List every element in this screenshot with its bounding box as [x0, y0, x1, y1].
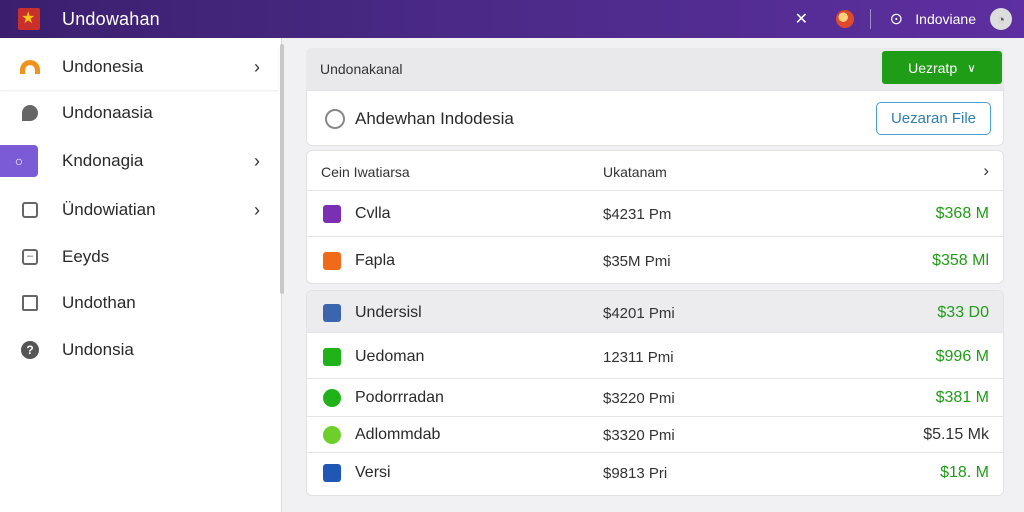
- action-button-label: Uezratp: [908, 59, 958, 76]
- table-row[interactable]: Adlommdab $3320 Pmi $5.15 Mk: [307, 417, 1003, 453]
- sidebar-item-undonesia[interactable]: Undonesia ›: [0, 44, 278, 90]
- row-app-icon: [323, 304, 341, 322]
- row-amount: 12311 Pmi: [603, 349, 674, 366]
- chevron-down-icon: ∨: [967, 60, 976, 75]
- row-app-icon: [323, 389, 341, 407]
- sidebar-item-label: Kndonagia: [62, 151, 144, 170]
- sidebar-item-label: Undonaasia: [62, 103, 153, 122]
- table-row[interactable]: Podorrradan $3220 Pmi $381 M: [307, 379, 1003, 417]
- file-radio[interactable]: [325, 109, 345, 129]
- calendar-icon: [20, 293, 40, 313]
- row-value: $381 M: [935, 389, 989, 406]
- row-app-icon: [323, 252, 341, 270]
- app-logo: [18, 8, 40, 30]
- row-app-icon: [323, 348, 341, 366]
- language-selector[interactable]: Indoviane: [915, 11, 976, 27]
- upload-file-button[interactable]: Uezaran File: [876, 102, 991, 135]
- row-amount: $35M Pmi: [603, 253, 671, 270]
- row-value: $996 M: [935, 348, 989, 365]
- sidebar-item-eeyds[interactable]: – Eeyds: [0, 234, 278, 280]
- row-name: Uedoman: [355, 348, 425, 365]
- checkbox-icon: [20, 200, 40, 220]
- row-amount: $9813 Pri: [603, 465, 668, 482]
- wifi-icon: [20, 57, 40, 77]
- chevron-right-icon[interactable]: ›: [983, 161, 989, 181]
- table-card: Undersisl $4201 Pmi $33 D0 Uedoman 12311…: [306, 290, 1004, 496]
- pin-icon[interactable]: ✕: [790, 8, 812, 30]
- chevron-right-icon: ›: [254, 150, 260, 171]
- sidebar-item-label: Ündowiatian: [62, 200, 156, 219]
- action-dropdown-button[interactable]: Uezratp ∨: [882, 51, 1002, 84]
- app-title: Undowahan: [62, 8, 160, 29]
- sidebar-item-label: Undonesia: [62, 57, 144, 76]
- pin-icon: [20, 103, 40, 123]
- column-header-amount[interactable]: Ukatanam: [603, 164, 667, 180]
- sidebar-item-undowiatian[interactable]: Ündowiatian ›: [0, 187, 278, 233]
- globe-icon[interactable]: ◔: [990, 8, 1012, 30]
- row-value: $18. M: [940, 464, 989, 481]
- sidebar-item-label: Eeyds: [62, 247, 110, 266]
- row-amount: $3220 Pmi: [603, 390, 675, 407]
- location-icon: ⊙: [889, 11, 903, 28]
- sidebar-item-undothan[interactable]: Undothan: [0, 280, 278, 326]
- row-name: Undersisl: [355, 304, 422, 321]
- row-app-icon: [323, 464, 341, 482]
- header-actions: ✕ ⊙ Indoviane ◔: [790, 0, 1012, 38]
- row-value: $358 Ml: [932, 252, 989, 269]
- row-value: $368 M: [935, 205, 989, 222]
- row-name: Cvlla: [355, 205, 391, 222]
- row-amount: $3320 Pmi: [603, 427, 675, 444]
- row-app-icon: [323, 205, 341, 223]
- row-name: Podorrradan: [355, 389, 444, 406]
- sidebar-item-label: Undothan: [62, 293, 136, 312]
- row-value: $33 D0: [937, 304, 989, 321]
- column-header-name[interactable]: Cein Iwatiarsa: [321, 164, 410, 180]
- row-name: Adlommdab: [355, 426, 441, 443]
- file-card: Ahdewhan Indodesia Uezaran File: [306, 90, 1004, 146]
- table-row[interactable]: Cvlla $4231 Pm $368 M: [307, 191, 1003, 237]
- row-name: Versi: [355, 464, 391, 481]
- table-row[interactable]: Versi $9813 Pri $18. M: [307, 453, 1003, 495]
- sidebar-item-undonsia[interactable]: ? Undonsia: [0, 327, 278, 373]
- row-app-icon: [323, 426, 341, 444]
- panel-title: Undonakanal: [320, 61, 403, 77]
- row-name: Fapla: [355, 252, 396, 269]
- file-label: Ahdewhan Indodesia: [355, 109, 514, 128]
- app-header: Undowahan ✕ ⊙ Indoviane ◔: [0, 0, 1024, 38]
- chevron-right-icon: ›: [254, 56, 260, 77]
- row-amount: $4231 Pm: [603, 206, 672, 223]
- chat-icon: ○: [0, 145, 38, 177]
- table-card: Cein Iwatiarsa Ukatanam › Cvlla $4231 Pm…: [306, 150, 1004, 284]
- panel-header: Undonakanal Uezratp ∨: [306, 48, 1004, 90]
- table-row[interactable]: Fapla $35M Pmi $358 Ml: [307, 237, 1003, 284]
- sidebar-item-label: Undonsia: [62, 340, 134, 359]
- sidebar: Undonesia › Undonaasia ○ Kndonagia › Ünd…: [0, 38, 282, 512]
- chevron-right-icon: ›: [254, 199, 260, 220]
- sidebar-scrollbar[interactable]: [280, 44, 284, 294]
- row-amount: $4201 Pmi: [603, 305, 675, 322]
- sidebar-item-undonaasia[interactable]: Undonaasia: [0, 90, 278, 136]
- flag-icon[interactable]: [834, 8, 856, 30]
- table-row[interactable]: Undersisl $4201 Pmi $33 D0: [307, 291, 1003, 333]
- header-divider: [870, 9, 872, 29]
- row-value: $5.15 Mk: [923, 426, 989, 443]
- sidebar-item-kndonagia[interactable]: ○ Kndonagia ›: [0, 138, 278, 184]
- table-header: Cein Iwatiarsa Ukatanam ›: [307, 151, 1003, 191]
- help-icon: ?: [20, 340, 40, 360]
- minus-box-icon: –: [20, 247, 40, 267]
- table-row[interactable]: Uedoman 12311 Pmi $996 M: [307, 333, 1003, 379]
